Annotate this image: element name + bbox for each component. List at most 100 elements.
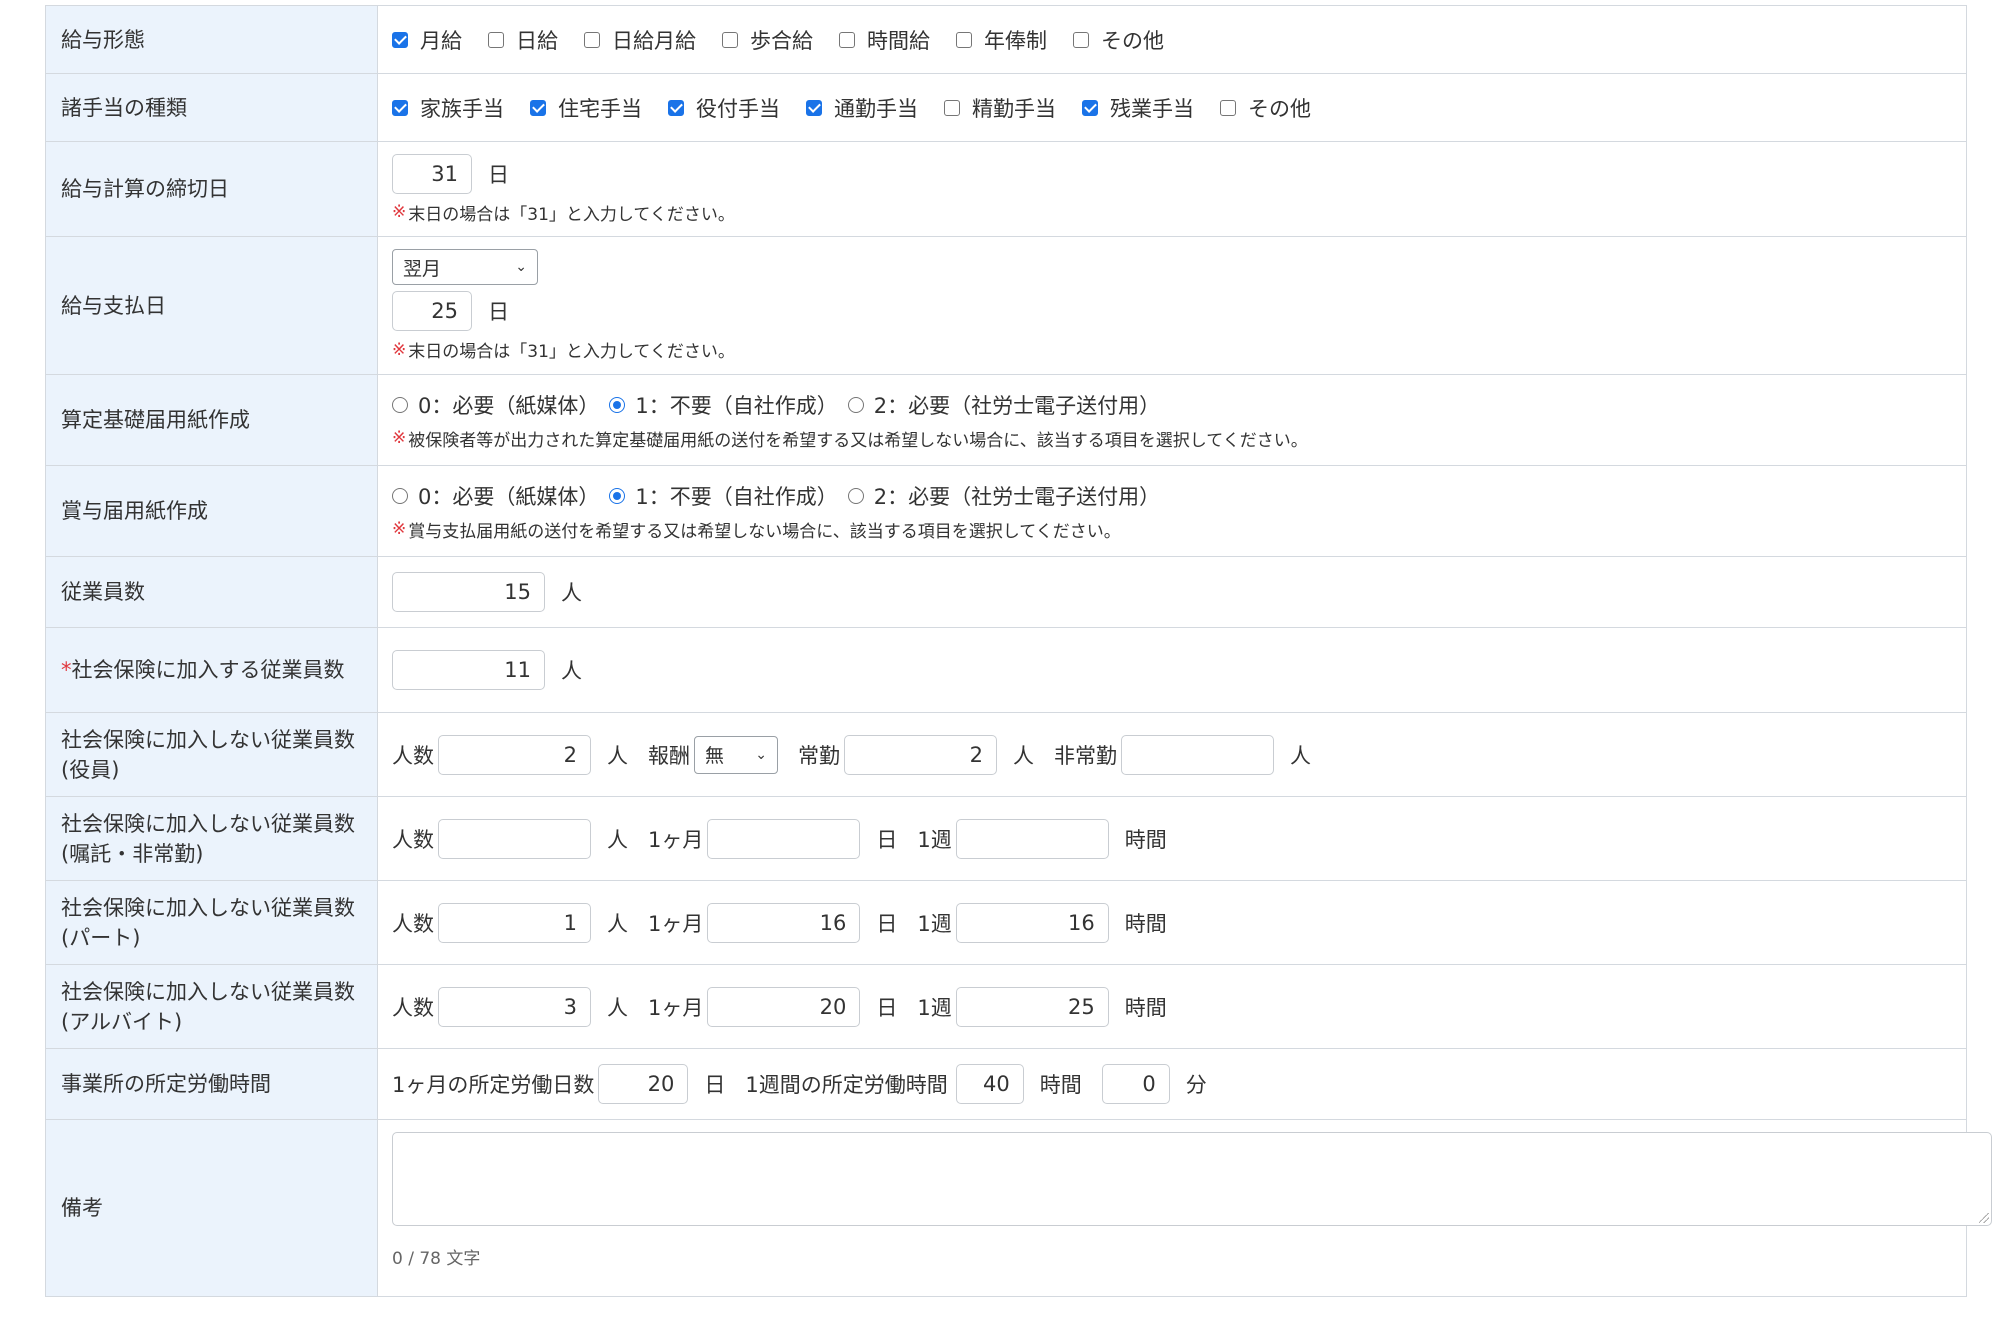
unit-label: 日 (876, 827, 898, 852)
bonus-radio-group: 0：必要（紙媒体） 1：不要（自社作成） 2：必要（社労士電子送付用） (392, 481, 1952, 511)
note-text: 末日の場合は「31」と入力してください。 (408, 204, 735, 225)
pay-form-option[interactable]: 時間給 (839, 25, 930, 55)
radio-button[interactable] (392, 396, 408, 413)
checkbox[interactable] (488, 31, 504, 48)
checkbox[interactable] (584, 31, 600, 48)
chevron-down-icon: ⌄ (515, 259, 527, 275)
employment-form-frame: 給与形態 月給 日給 日給月給 歩合給 時間給 年俸制 その他 諸手当の種類 家族手当 住宅手… (0, 0, 2000, 1320)
row-label: 従業員数 (45, 556, 378, 628)
radio-button[interactable] (392, 487, 408, 504)
arbeit-month-input[interactable]: 20 (707, 986, 861, 1027)
required-mark: * (61, 658, 72, 682)
pay-form-option[interactable]: 年俸制 (956, 25, 1047, 55)
allowance-option[interactable]: 精勤手当 (944, 93, 1056, 123)
unit-label: 人 (561, 659, 582, 683)
radio-button[interactable] (847, 487, 864, 504)
checkbox[interactable] (956, 31, 972, 48)
checkbox[interactable] (1082, 99, 1098, 116)
contract-week-input[interactable] (955, 818, 1109, 859)
unit-label: 時間 (1039, 1073, 1082, 1097)
checkbox[interactable] (1073, 31, 1089, 48)
santei-option[interactable]: 0：必要（紙媒体） (392, 390, 599, 420)
pay-form-option[interactable]: 日給月給 (584, 25, 696, 55)
option-label: 0：必要（紙媒体） (418, 393, 600, 418)
pay-select[interactable]: 無 ⌄ (694, 735, 778, 774)
radio-button[interactable] (609, 396, 626, 413)
row-uninsured-contract: 社会保険に加入しない従業員数 (嘱託・非常勤) 人数 人 1ヶ月 日 1週 時間 (45, 796, 1967, 881)
pay-form-option[interactable]: 月給 (392, 25, 462, 55)
bonus-form-option[interactable]: 0：必要（紙媒体） (392, 481, 599, 511)
unit-label: 日 (876, 995, 898, 1020)
resize-grip-icon[interactable] (1979, 1213, 1989, 1223)
row-label: 備考 (45, 1119, 378, 1297)
allowance-option[interactable]: 通勤手当 (806, 93, 918, 123)
pay-form-option[interactable]: 日給 (488, 25, 558, 55)
allowance-option[interactable]: 残業手当 (1082, 93, 1194, 123)
employees-input[interactable]: 15 (392, 572, 545, 612)
checkbox[interactable] (944, 99, 960, 116)
note-mark: ※ (392, 202, 407, 222)
allowance-option[interactable]: 役付手当 (668, 93, 780, 123)
checkbox[interactable] (806, 99, 822, 116)
month-label: 1ヶ月 (648, 911, 704, 936)
option-label: 年俸制 (984, 28, 1047, 53)
checkbox[interactable] (1220, 99, 1236, 116)
row-label: *社会保険に加入する従業員数 (45, 627, 378, 713)
checkbox[interactable] (392, 31, 408, 48)
option-label: 2：必要（社労士電子送付用） (873, 484, 1161, 509)
pay-month-select[interactable]: 翌月 ⌄ (392, 249, 538, 285)
bonus-form-option[interactable]: 1：不要（自社作成） (609, 481, 838, 511)
count-label: 人数 (392, 911, 434, 936)
row-label: 社会保険に加入しない従業員数 (アルバイト) (45, 964, 378, 1049)
checkbox[interactable] (530, 99, 546, 116)
unit-label: 日 (704, 1073, 726, 1097)
santei-option[interactable]: 2：必要（社労士電子送付用） (847, 390, 1160, 420)
radio-button[interactable] (609, 487, 626, 504)
pay-day-input[interactable]: 25 (392, 291, 472, 331)
contract-month-input[interactable] (707, 818, 861, 859)
arbeit-week-input[interactable]: 25 (955, 986, 1109, 1027)
santei-radio-group: 0：必要（紙媒体） 1：不要（自社作成） 2：必要（社労士電子送付用） (392, 390, 1952, 420)
option-label: 1：不要（自社作成） (635, 484, 838, 509)
arbeit-count-input[interactable]: 3 (438, 986, 591, 1027)
officers-count-input[interactable]: 2 (438, 734, 591, 775)
working-hours-input[interactable]: 40 (955, 1064, 1024, 1104)
chevron-down-icon: ⌄ (755, 746, 767, 763)
allowance-option[interactable]: 家族手当 (392, 93, 504, 123)
option-label: その他 (1248, 96, 1311, 121)
bonus-form-option[interactable]: 2：必要（社労士電子送付用） (847, 481, 1161, 511)
checkbox[interactable] (668, 99, 684, 116)
part-week-input[interactable]: 16 (955, 902, 1109, 943)
part-count-input[interactable]: 1 (438, 902, 591, 943)
note-text: 被保険者等が出力された算定基礎届用紙の送付を希望する又は希望しない場合に、該当す… (408, 430, 1308, 451)
pay-form-option[interactable]: その他 (1073, 25, 1164, 55)
row-label: 賞与届用紙作成 (45, 465, 378, 557)
row-label: 算定基礎届用紙作成 (45, 374, 378, 466)
checkbox[interactable] (722, 31, 738, 48)
allowance-option[interactable]: その他 (1220, 93, 1311, 123)
working-minutes-input[interactable]: 0 (1101, 1064, 1170, 1104)
row-working-hours: 事業所の所定労働時間 1ヶ月の所定労働日数 20 日 1週間の所定労働時間 40… (45, 1048, 1967, 1120)
part-month-input[interactable]: 16 (707, 902, 861, 943)
contract-count-input[interactable] (438, 818, 591, 859)
unit-label: 時間 (1124, 827, 1167, 852)
row-insured-employees: *社会保険に加入する従業員数 11 人 (45, 627, 1967, 713)
fulltime-label: 常勤 (798, 743, 840, 768)
pay-form-option[interactable]: 歩合給 (722, 25, 813, 55)
officers-fulltime-input[interactable]: 2 (844, 734, 997, 775)
unit-label: 日 (488, 162, 509, 187)
closing-day-input[interactable]: 31 (392, 153, 472, 194)
checkbox[interactable] (392, 99, 408, 116)
radio-button[interactable] (847, 396, 864, 413)
checkbox[interactable] (839, 31, 855, 48)
santei-option[interactable]: 1：不要（自社作成） (609, 390, 838, 420)
remarks-textarea[interactable] (392, 1132, 1992, 1226)
working-days-input[interactable]: 20 (598, 1064, 689, 1104)
insured-employees-input[interactable]: 11 (392, 650, 545, 690)
officers-parttime-input[interactable] (1121, 734, 1274, 775)
row-bonus-form: 賞与届用紙作成 0：必要（紙媒体） 1：不要（自社作成） 2：必要（社労士電子送付用… (45, 465, 1967, 557)
unit-label: 人 (607, 911, 628, 936)
unit-label: 日 (876, 911, 898, 936)
label-text: 社会保険に加入する従業員数 (71, 658, 345, 682)
allowance-option[interactable]: 住宅手当 (530, 93, 642, 123)
